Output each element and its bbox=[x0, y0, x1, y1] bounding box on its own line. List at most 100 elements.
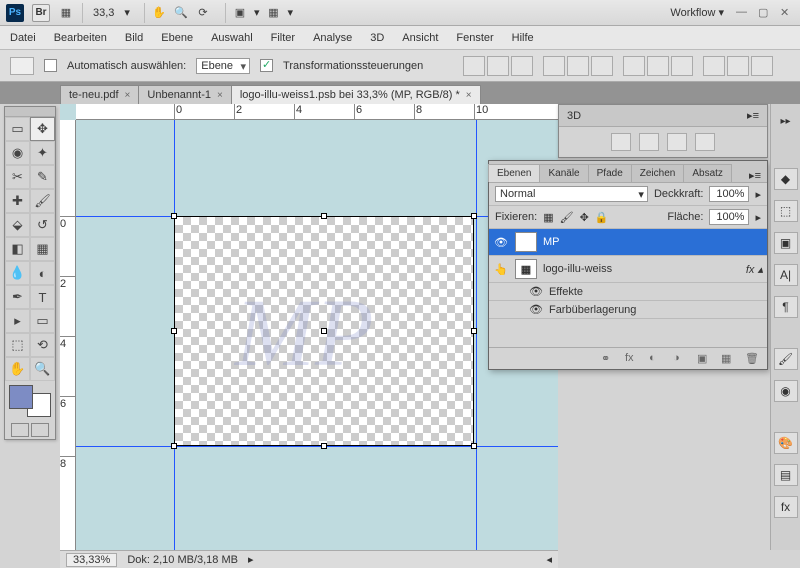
distribute-btn[interactable] bbox=[591, 56, 613, 76]
eraser-tool[interactable]: ◧ bbox=[5, 237, 30, 261]
wand-tool[interactable]: ✦ bbox=[30, 141, 55, 165]
eyedropper-tool[interactable]: ✎ bbox=[30, 165, 55, 189]
layer-effect-item[interactable]: 👁 Farbüberlagerung bbox=[489, 301, 767, 319]
history-brush-tool[interactable]: ↺ bbox=[30, 213, 55, 237]
bridge-icon[interactable]: Br bbox=[32, 4, 50, 22]
layer-name[interactable]: logo-illu-weiss bbox=[543, 263, 612, 275]
heal-tool[interactable]: ✚ bbox=[5, 189, 30, 213]
layer-row[interactable]: 👁 T MP bbox=[489, 229, 767, 256]
dock-fx-icon[interactable]: fx bbox=[774, 496, 798, 518]
3d-camera-tool[interactable]: ⟲ bbox=[30, 333, 55, 357]
new-layer-icon[interactable]: ▦ bbox=[721, 352, 737, 366]
mask-icon[interactable]: ◐ bbox=[649, 352, 665, 366]
layer-name[interactable]: MP bbox=[543, 236, 560, 248]
menu-filter[interactable]: Filter bbox=[271, 32, 295, 44]
align-btn[interactable] bbox=[463, 56, 485, 76]
menu-hilfe[interactable]: Hilfe bbox=[512, 32, 534, 44]
marquee-tool[interactable]: ▭ bbox=[5, 117, 30, 141]
panel-3d-title[interactable]: 3D bbox=[567, 110, 581, 122]
guide[interactable] bbox=[476, 120, 477, 550]
tab-close-icon[interactable]: × bbox=[125, 90, 131, 101]
menu-datei[interactable]: Datei bbox=[10, 32, 36, 44]
panel-menu-icon[interactable]: ▸≡ bbox=[747, 109, 759, 122]
mini-bridge-icon[interactable]: ▦ bbox=[58, 5, 74, 21]
transform-controls-checkbox[interactable] bbox=[260, 59, 273, 72]
collapse-icon[interactable]: ▸▸ bbox=[776, 114, 796, 128]
color-swatch[interactable] bbox=[9, 385, 51, 417]
eye-icon[interactable]: 👁 bbox=[529, 285, 543, 298]
arrange-btn[interactable] bbox=[671, 56, 693, 76]
layer-row[interactable]: 👆 ▦ logo-illu-weiss fx ▴ bbox=[489, 256, 767, 283]
hand-tool[interactable]: ✋ bbox=[5, 357, 30, 381]
auto-select-checkbox[interactable] bbox=[44, 59, 57, 72]
tab-zeichen[interactable]: Zeichen bbox=[631, 164, 685, 182]
menu-analyse[interactable]: Analyse bbox=[313, 32, 352, 44]
opacity-slider-icon[interactable]: ▸ bbox=[755, 188, 761, 201]
hand-icon[interactable]: ✋ bbox=[151, 5, 167, 21]
path-select-tool[interactable]: ▸ bbox=[5, 309, 30, 333]
rotate-icon[interactable]: ⟳ bbox=[195, 5, 211, 21]
fill-slider-icon[interactable]: ▸ bbox=[755, 211, 761, 224]
distribute-btn[interactable] bbox=[567, 56, 589, 76]
lock-pixels-icon[interactable]: ▦ bbox=[543, 211, 553, 224]
stamp-tool[interactable]: ⬙ bbox=[5, 213, 30, 237]
tab-ebenen[interactable]: Ebenen bbox=[488, 164, 540, 182]
more-btn[interactable] bbox=[727, 56, 749, 76]
dodge-tool[interactable]: ◐ bbox=[30, 261, 55, 285]
tool-preset-picker[interactable] bbox=[10, 57, 34, 75]
arrange-btn[interactable] bbox=[623, 56, 645, 76]
dock-palette-icon[interactable]: 🎨 bbox=[774, 432, 798, 454]
zoom-display[interactable]: 33,3 bbox=[89, 7, 118, 19]
extras-dropdown-icon[interactable]: ▾ bbox=[287, 6, 293, 19]
status-doc[interactable]: Dok: 2,10 MB/3,18 MB bbox=[127, 554, 238, 566]
visibility-icon[interactable]: 👁 bbox=[493, 234, 509, 250]
fg-color[interactable] bbox=[9, 385, 33, 409]
opacity-input[interactable]: 100% bbox=[709, 186, 749, 202]
workspace-dropdown[interactable]: Workflow ▾ bbox=[666, 4, 728, 21]
lasso-tool[interactable]: ◉ bbox=[5, 141, 30, 165]
trash-icon[interactable]: 🗑 bbox=[745, 352, 761, 366]
menu-ansicht[interactable]: Ansicht bbox=[402, 32, 438, 44]
doc-tab[interactable]: te-neu.pdf× bbox=[60, 85, 139, 104]
menu-bearbeiten[interactable]: Bearbeiten bbox=[54, 32, 107, 44]
center-handle[interactable] bbox=[321, 328, 327, 334]
tab-pfade[interactable]: Pfade bbox=[588, 164, 632, 182]
tab-close-icon[interactable]: × bbox=[217, 90, 223, 101]
3d-mesh-icon[interactable] bbox=[639, 133, 659, 151]
dock-char-icon[interactable]: A| bbox=[774, 264, 798, 286]
type-tool[interactable]: T bbox=[30, 285, 55, 309]
crop-tool[interactable]: ✂ bbox=[5, 165, 30, 189]
fx-icon[interactable]: fx bbox=[625, 352, 641, 366]
menu-3d[interactable]: 3D bbox=[370, 32, 384, 44]
shape-tool[interactable]: ▭ bbox=[30, 309, 55, 333]
dock-color-icon[interactable]: ◆ bbox=[774, 168, 798, 190]
zoom-tool[interactable]: 🔍 bbox=[30, 357, 55, 381]
status-zoom[interactable]: 33,33% bbox=[66, 553, 117, 567]
fx-badge[interactable]: fx ▴ bbox=[746, 263, 763, 276]
close-button[interactable]: ✕ bbox=[780, 6, 794, 20]
handle[interactable] bbox=[171, 213, 177, 219]
quickmask-off[interactable] bbox=[11, 423, 29, 437]
screen-mode-dropdown-icon[interactable]: ▾ bbox=[254, 6, 260, 19]
move-tool[interactable]: ✥ bbox=[30, 117, 55, 141]
guide[interactable] bbox=[76, 446, 558, 447]
blend-mode-select[interactable]: Normal bbox=[495, 186, 648, 202]
menu-fenster[interactable]: Fenster bbox=[456, 32, 493, 44]
adjust-icon[interactable]: ◑ bbox=[673, 352, 689, 366]
artboard[interactable]: MP bbox=[174, 216, 474, 446]
scroll-left-icon[interactable]: ◂ bbox=[546, 553, 552, 566]
handle[interactable] bbox=[171, 443, 177, 449]
group-icon[interactable]: ▣ bbox=[697, 352, 713, 366]
dock-brushes-icon[interactable]: 🖌 bbox=[774, 348, 798, 370]
blur-tool[interactable]: 💧 bbox=[5, 261, 30, 285]
zoom-dropdown-icon[interactable]: ▾ bbox=[124, 6, 130, 19]
dock-layers-icon[interactable]: ▤ bbox=[774, 464, 798, 486]
brush-tool[interactable]: 🖌 bbox=[30, 189, 55, 213]
screen-mode-icon[interactable]: ▣ bbox=[232, 5, 248, 21]
layer-effects[interactable]: 👁 Effekte bbox=[489, 283, 767, 301]
panel-menu-icon[interactable]: ▸≡ bbox=[743, 169, 767, 182]
zoom-icon[interactable]: 🔍 bbox=[173, 5, 189, 21]
3d-light-icon[interactable] bbox=[695, 133, 715, 151]
handle[interactable] bbox=[471, 213, 477, 219]
dock-styles-icon[interactable]: ▣ bbox=[774, 232, 798, 254]
